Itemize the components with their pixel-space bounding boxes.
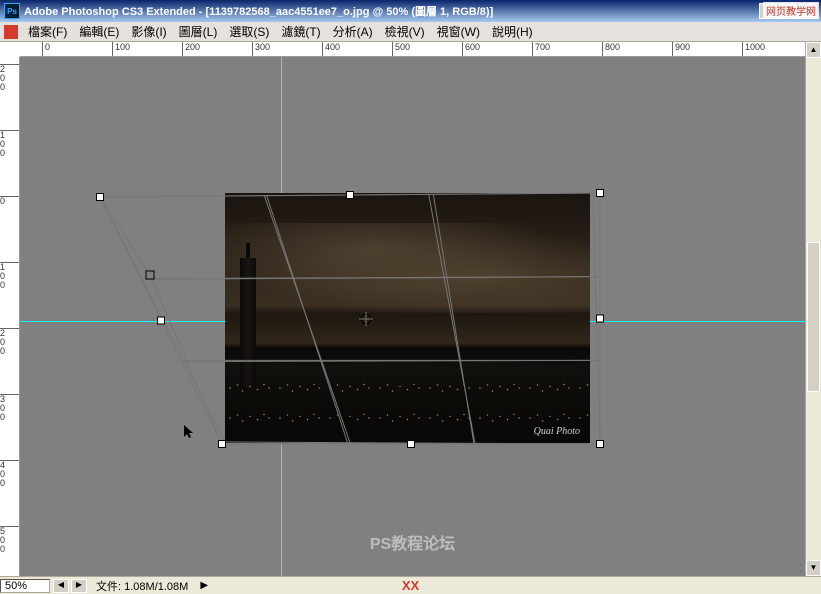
- menu-edit[interactable]: 編輯(E): [73, 21, 125, 42]
- watermark-top-right: 网页教学网: [763, 2, 819, 19]
- ruler-h-tick: 600: [462, 42, 480, 57]
- menu-window[interactable]: 視窗(W): [431, 21, 486, 42]
- cursor-arrow-icon: [184, 425, 198, 439]
- transform-handle[interactable]: [97, 194, 104, 201]
- canvas-area[interactable]: Quai Photo PS教程论坛: [20, 57, 805, 576]
- ruler-v-tick: 4 0 0: [0, 460, 20, 461]
- menu-image[interactable]: 影像(I): [125, 21, 172, 42]
- ruler-h-tick: 800: [602, 42, 620, 57]
- ruler-vertical[interactable]: 2 0 0 1 0 0 0 1 0 0 2 0 0 3 0 0 4 0 0 5 0 0: [0, 57, 20, 576]
- ruler-v-tick: 2 0 0: [0, 64, 20, 65]
- ruler-v-tick: 3 0 0: [0, 394, 20, 395]
- ruler-v-tick: 1 0 0: [0, 262, 20, 263]
- ruler-h-tick: 400: [322, 42, 340, 57]
- info-more-icon[interactable]: ▶: [200, 580, 208, 591]
- ruler-h-tick: 100: [112, 42, 130, 57]
- ruler-horizontal[interactable]: 010020030040050060070080090010001100: [20, 42, 805, 57]
- sky-region: [225, 223, 590, 313]
- transform-handle[interactable]: [597, 190, 604, 197]
- scroll-up-button[interactable]: ▲: [806, 42, 821, 58]
- scroll-down-button[interactable]: ▼: [806, 560, 821, 576]
- ps-menu-icon: [4, 25, 18, 39]
- menu-file[interactable]: 檔案(F): [22, 21, 73, 42]
- transform-handle[interactable]: [597, 441, 604, 448]
- ruler-h-tick: 500: [392, 42, 410, 57]
- watermark-xx: XX: [402, 578, 419, 593]
- ruler-h-tick: 1000: [742, 42, 765, 57]
- ruler-h-tick: 300: [252, 42, 270, 57]
- nav-next-button[interactable]: ▶: [71, 579, 87, 593]
- ruler-v-tick: 2 0 0: [0, 328, 20, 329]
- title-bar: Ps Adobe Photoshop CS3 Extended - [11397…: [0, 0, 821, 22]
- menu-analysis[interactable]: 分析(A): [327, 21, 379, 42]
- ruler-h-tick: 200: [182, 42, 200, 57]
- menu-help[interactable]: 說明(H): [486, 21, 539, 42]
- transform-handle[interactable]: [146, 271, 154, 279]
- image-layer[interactable]: Quai Photo: [225, 193, 590, 443]
- photoshop-logo-icon: Ps: [4, 3, 20, 19]
- scroll-thumb[interactable]: [807, 242, 820, 392]
- nav-prev-button[interactable]: ◀: [53, 579, 69, 593]
- image-signature: Quai Photo: [534, 426, 580, 437]
- ruler-v-tick: 5 0 0: [0, 526, 20, 527]
- window-title: Adobe Photoshop CS3 Extended - [11397825…: [24, 3, 759, 19]
- watermark-bottom: PS教程论坛: [370, 530, 455, 554]
- ruler-h-tick: 0: [42, 42, 50, 57]
- menu-bar: 檔案(F) 編輯(E) 影像(I) 圖層(L) 選取(S) 濾鏡(T) 分析(A…: [0, 22, 821, 42]
- menu-filter[interactable]: 濾鏡(T): [275, 21, 326, 42]
- menu-layer[interactable]: 圖層(L): [173, 21, 224, 42]
- status-bar: 50% ◀ ▶ 文件: 1.08M/1.08M ▶ XX: [0, 576, 821, 594]
- ruler-v-tick: 0: [0, 196, 20, 197]
- file-info: 文件: 1.08M/1.08M: [88, 578, 196, 594]
- scrollbar-vertical[interactable]: ▲ ▼: [805, 42, 821, 576]
- ruler-h-tick: 700: [532, 42, 550, 57]
- city-lights: [225, 373, 590, 433]
- menu-select[interactable]: 選取(S): [223, 21, 275, 42]
- menu-view[interactable]: 檢視(V): [379, 21, 431, 42]
- ruler-h-tick: 900: [672, 42, 690, 57]
- ruler-v-tick: 1 0 0: [0, 130, 20, 131]
- zoom-level-input[interactable]: 50%: [0, 579, 50, 593]
